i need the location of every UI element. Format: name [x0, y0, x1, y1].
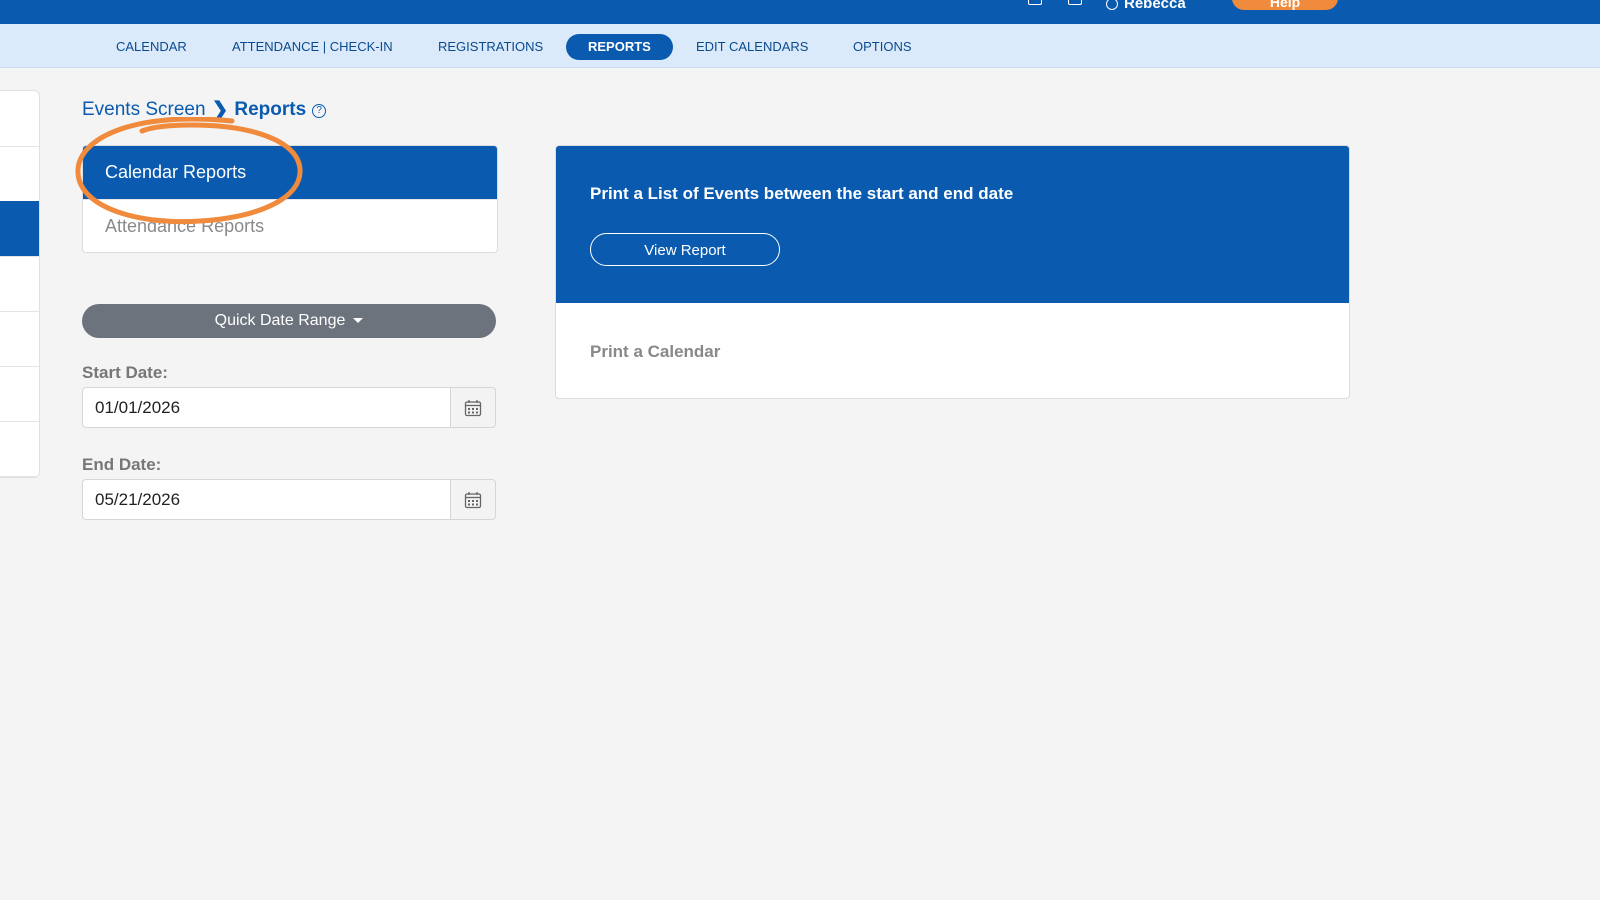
calendar-icon[interactable]: [1028, 0, 1042, 5]
start-date-label: Start Date:: [82, 363, 168, 382]
start-date-picker-button[interactable]: [451, 387, 496, 428]
quick-date-range-label: Quick Date Range: [214, 312, 346, 329]
top-bar: Rebecca Help: [0, 0, 1600, 24]
help-button[interactable]: Help: [1232, 0, 1338, 10]
monitor-icon[interactable]: [1068, 0, 1082, 5]
end-date-picker-button[interactable]: [451, 479, 496, 520]
event-list-report-card[interactable]: Print a List of Events between the start…: [556, 146, 1349, 303]
help-circle-icon[interactable]: ?: [312, 104, 327, 118]
end-date-label: End Date:: [82, 455, 162, 474]
sidebar-item[interactable]: [0, 256, 39, 312]
caret-down-icon: [353, 318, 364, 324]
nav-edit-calendars[interactable]: EDIT CALENDARS: [674, 34, 830, 60]
calendar-icon: [464, 491, 482, 508]
chevron-right-icon: ❯: [211, 99, 229, 121]
quick-date-range-button[interactable]: Quick Date Range: [82, 304, 496, 338]
nav-registrations[interactable]: REGISTRATIONS: [416, 34, 565, 60]
report-type-attendance-reports[interactable]: Attendance Reports: [83, 199, 497, 252]
sidebar-item[interactable]: [0, 146, 39, 202]
sidebar-item[interactable]: [0, 366, 39, 422]
breadcrumb-parent[interactable]: Events Screen: [82, 99, 206, 121]
user-icon: [1106, 0, 1118, 10]
breadcrumb: Events Screen ❯ Reports ?: [82, 97, 327, 122]
left-sidebar: [0, 90, 40, 478]
breadcrumb-current: Reports: [234, 98, 307, 120]
main-nav: CALENDAR ATTENDANCE | CHECK-IN REGISTRAT…: [0, 24, 1600, 68]
sidebar-item[interactable]: [0, 421, 39, 477]
nav-reports[interactable]: REPORTS: [566, 34, 673, 60]
report-options-panel: Print a List of Events between the start…: [555, 145, 1350, 399]
start-date-input[interactable]: [82, 387, 451, 428]
sidebar-item[interactable]: [0, 311, 39, 367]
calendar-icon: [464, 399, 482, 416]
sidebar-item-active[interactable]: [0, 201, 39, 257]
end-date-input[interactable]: [82, 479, 451, 520]
report-type-calendar-reports[interactable]: Calendar Reports: [83, 146, 497, 199]
nav-options[interactable]: OPTIONS: [831, 34, 934, 60]
print-calendar-option[interactable]: Print a Calendar: [590, 342, 720, 362]
user-menu[interactable]: Rebecca: [1106, 0, 1186, 12]
nav-attendance-check-in[interactable]: ATTENDANCE | CHECK-IN: [210, 34, 415, 60]
sidebar-item[interactable]: [0, 91, 39, 147]
event-list-report-heading: Print a List of Events between the start…: [590, 184, 1014, 203]
nav-calendar[interactable]: CALENDAR: [94, 34, 209, 60]
report-type-list: Calendar Reports Attendance Reports: [82, 145, 498, 253]
view-report-button[interactable]: View Report: [590, 233, 780, 266]
user-name: Rebecca: [1124, 0, 1186, 12]
